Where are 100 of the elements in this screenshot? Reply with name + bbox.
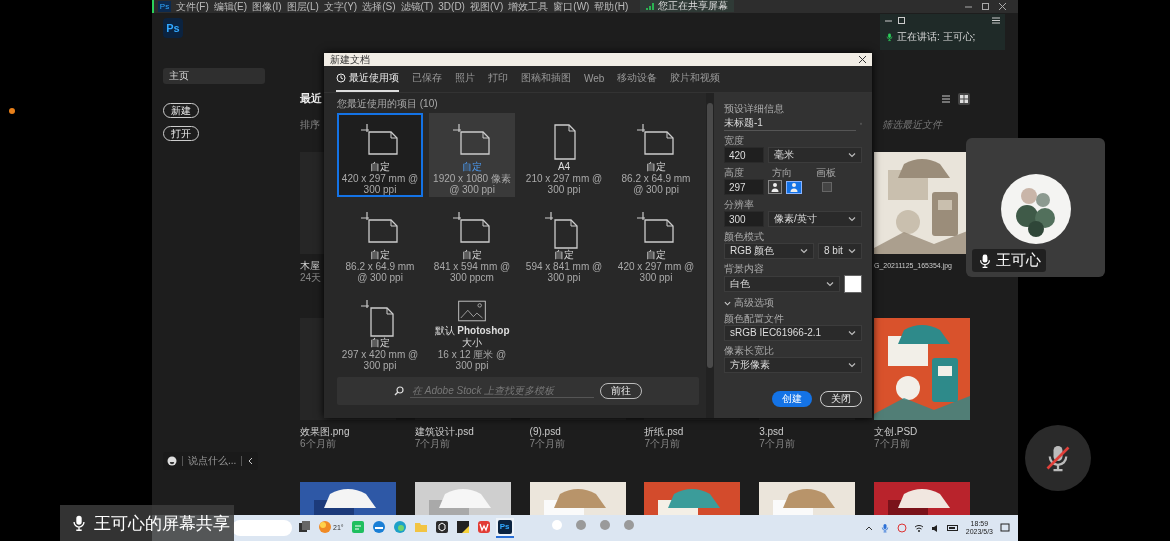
emoji-icon[interactable]	[167, 456, 177, 466]
field-label: 颜色模式	[724, 231, 765, 243]
page-dot[interactable]	[600, 520, 610, 530]
preset-card[interactable]: 自定 841 x 594 mm @ 300 ppcm	[429, 201, 515, 285]
unit-dropdown[interactable]: 毫米	[768, 147, 862, 163]
tab[interactable]: Web	[584, 66, 605, 92]
resolution-field[interactable]: 300	[724, 211, 764, 227]
field-label: 像素长宽比	[724, 345, 775, 357]
tab[interactable]: 已保存	[412, 66, 442, 92]
preset-name: 自定	[370, 337, 390, 349]
tab[interactable]: 图稿和插图	[521, 66, 571, 92]
menu-item[interactable]: 选择(S)	[362, 0, 396, 13]
view-toggle[interactable]	[940, 92, 952, 105]
preset-card[interactable]: 自定 594 x 841 mm @ 300 ppi	[521, 201, 607, 285]
maximize-icon[interactable]	[982, 3, 989, 10]
landscape-button[interactable]	[786, 180, 802, 194]
preset-size: 86.2 x 64.9 mm @ 300 ppi	[620, 173, 692, 195]
advanced-options-toggle[interactable]: 高级选项	[724, 297, 862, 309]
preset-name: 自定	[646, 161, 666, 173]
volume-icon[interactable]	[930, 523, 940, 533]
menu-item[interactable]: 图像(I)	[252, 0, 282, 13]
close-icon[interactable]	[859, 56, 866, 63]
menu-icon[interactable]	[992, 17, 1000, 24]
tab[interactable]: 胶片和视频	[670, 66, 721, 92]
taskbar-button[interactable]: Ps	[495, 518, 514, 538]
portrait-button[interactable]	[768, 180, 782, 194]
menu-item[interactable]: 窗口(W)	[553, 0, 590, 13]
app-icon	[476, 520, 491, 534]
field-label: 颜色配置文件	[724, 313, 785, 325]
chevron-up-icon[interactable]	[864, 524, 873, 532]
menu-item[interactable]: 编辑(E)	[213, 0, 248, 13]
preset-card[interactable]: 自定 297 x 420 mm @ 300 ppi	[337, 289, 423, 373]
view-toggle[interactable]	[958, 92, 970, 105]
page-dot[interactable]	[552, 520, 562, 530]
tab[interactable]: 打印	[488, 66, 508, 92]
file-name: 3.psd	[759, 426, 784, 438]
page-dot[interactable]	[624, 520, 634, 530]
preset-name: 自定	[370, 249, 390, 261]
color-mode-dropdown[interactable]: RGB 颜色	[724, 243, 814, 259]
height-field[interactable]: 297	[724, 179, 764, 195]
tab[interactable]: 照片	[455, 66, 475, 92]
status-dot	[9, 108, 15, 114]
bit-depth-dropdown[interactable]: 8 bit	[818, 243, 862, 259]
chat-field[interactable]: 说点什么...	[188, 454, 237, 468]
preset-size: 420 x 297 mm @ 300 ppi	[340, 173, 420, 195]
collapse-icon[interactable]	[247, 457, 255, 465]
section-label: 您最近使用的项目 (10)	[337, 98, 439, 110]
chevron-down-icon	[848, 247, 856, 255]
search-field[interactable]	[232, 520, 292, 536]
file-name: 木屋	[300, 260, 320, 272]
preset-size: 86.2 x 64.9 mm @ 300 ppi	[344, 261, 416, 283]
aspect-ratio-dropdown[interactable]: 方形像素	[724, 357, 862, 373]
app-icon: Ps	[158, 1, 171, 12]
preset-card[interactable]: 自定 86.2 x 64.9 mm @ 300 ppi	[337, 201, 423, 285]
preset-name: 自定	[370, 161, 390, 173]
preset-card[interactable]: 自定 420 x 297 mm @ 300 ppi	[337, 113, 423, 197]
notification-icon[interactable]	[1000, 523, 1010, 533]
width-field[interactable]: 420	[724, 147, 764, 163]
battery-icon[interactable]	[946, 524, 959, 532]
preset-card[interactable]: A4 210 x 297 mm @ 300 ppi	[521, 113, 607, 197]
wifi-icon[interactable]	[913, 523, 924, 533]
minimize-icon[interactable]	[965, 3, 972, 10]
browser-icon	[371, 520, 386, 534]
minimize-icon[interactable]	[885, 17, 892, 24]
chevron-down-icon	[724, 299, 731, 307]
menu-item[interactable]: 3D(D)	[438, 0, 465, 13]
sidebar-item[interactable]: 主页	[163, 68, 265, 84]
clock-icon	[336, 73, 346, 83]
window-icon[interactable]	[898, 17, 905, 24]
preset-name: 默认 Photoshop 大小	[433, 325, 511, 349]
menu-item[interactable]: 增效工具	[508, 0, 549, 13]
preset-card[interactable]: 自定 86.2 x 64.9 mm @ 300 ppi	[613, 113, 699, 197]
color-profile-dropdown[interactable]: sRGB IEC61966-2.1	[724, 325, 862, 341]
page-dot[interactable]	[576, 520, 586, 530]
menu-item[interactable]: 视图(V)	[469, 0, 504, 13]
unit-dropdown[interactable]: 像素/英寸	[768, 211, 862, 227]
create-button[interactable]: 创建	[772, 391, 812, 407]
tab[interactable]: 最近使用项	[336, 66, 399, 92]
preset-card[interactable]: 默认 Photoshop 大小 16 x 12 厘米 @ 300 ppi	[429, 289, 515, 373]
filter-field[interactable]: 筛选最近文件	[882, 118, 942, 132]
preset-card[interactable]: 自定 420 x 297 mm @ 300 ppi	[613, 201, 699, 285]
menu-item[interactable]: 帮助(H)	[594, 0, 629, 13]
menu-item[interactable]: 文件(F)	[176, 0, 209, 13]
preset-card[interactable]: 自定 1920 x 1080 像素 @ 300 ppi	[429, 113, 515, 197]
file-age: 7个月前	[644, 438, 680, 450]
menu-item[interactable]: 滤镜(T)	[400, 0, 434, 13]
chevron-down-icon	[826, 280, 834, 288]
menu-item[interactable]: 文字(Y)	[323, 0, 358, 13]
tab[interactable]: 移动设备	[617, 66, 658, 92]
menu-item[interactable]: 图层(L)	[286, 0, 319, 13]
preset-name: 自定	[462, 249, 482, 261]
participant-name: 王可心	[996, 251, 1041, 270]
close-icon[interactable]	[999, 3, 1006, 10]
artboard-checkbox[interactable]	[822, 182, 832, 192]
file-name: 效果图.png	[300, 426, 350, 438]
color-swatch[interactable]	[844, 275, 862, 293]
scrollbar-thumb[interactable]	[707, 103, 713, 368]
field-label: 预设详细信息	[724, 103, 785, 115]
background-dropdown[interactable]: 白色	[724, 276, 840, 292]
name-field[interactable]: 未标题-1	[724, 115, 856, 131]
